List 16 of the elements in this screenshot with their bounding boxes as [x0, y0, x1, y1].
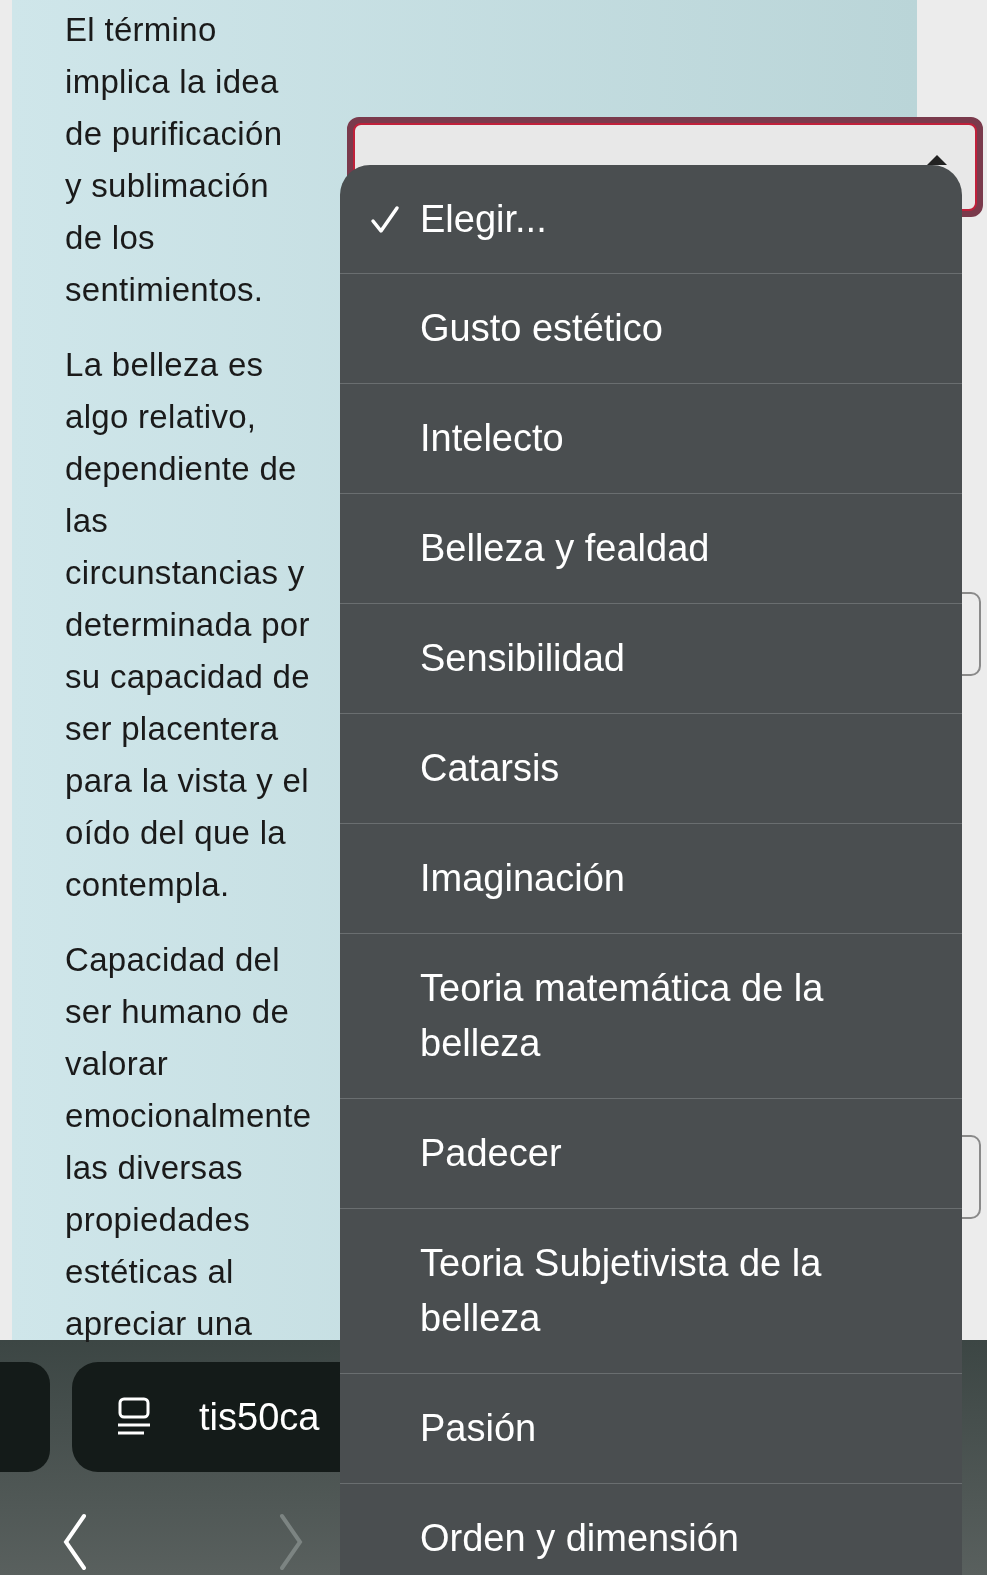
menu-item-label: Sensibilidad [420, 636, 626, 681]
menu-item-label: Imaginación [420, 856, 626, 901]
menu-item-label: Orden y dimensión [420, 1516, 740, 1561]
paragraph: Capacidad del ser humano de valorar emocionalmente las diversas propiedades estéticas al apreciar una [65, 940, 312, 1344]
menu-item-label: Gusto estético [420, 306, 664, 351]
paragraph: La belleza es algo relativo, dependiente de las circunstancias y determinada por su capacidad de ser placentera para la vista y el oído del que la contempla. [65, 345, 310, 905]
menu-item-label: Elegir... [420, 196, 548, 242]
menu-item-label: Padecer [420, 1131, 563, 1176]
menu-item-label: Catarsis [420, 746, 561, 791]
menu-item-label: Belleza y fealdad [420, 526, 711, 571]
paragraph: El término implica la idea de purificación y sublimación de los sentimientos. [65, 10, 283, 310]
menu-item-label: Teoria matemática de la belleza [420, 966, 825, 1066]
menu-item-label: Teoria Subjetivista de la belleza [420, 1241, 823, 1341]
menu-item-label: Pasión [420, 1406, 538, 1451]
menu-item-label: Intelecto [420, 416, 565, 461]
address-text: tis50ca [199, 1395, 320, 1439]
